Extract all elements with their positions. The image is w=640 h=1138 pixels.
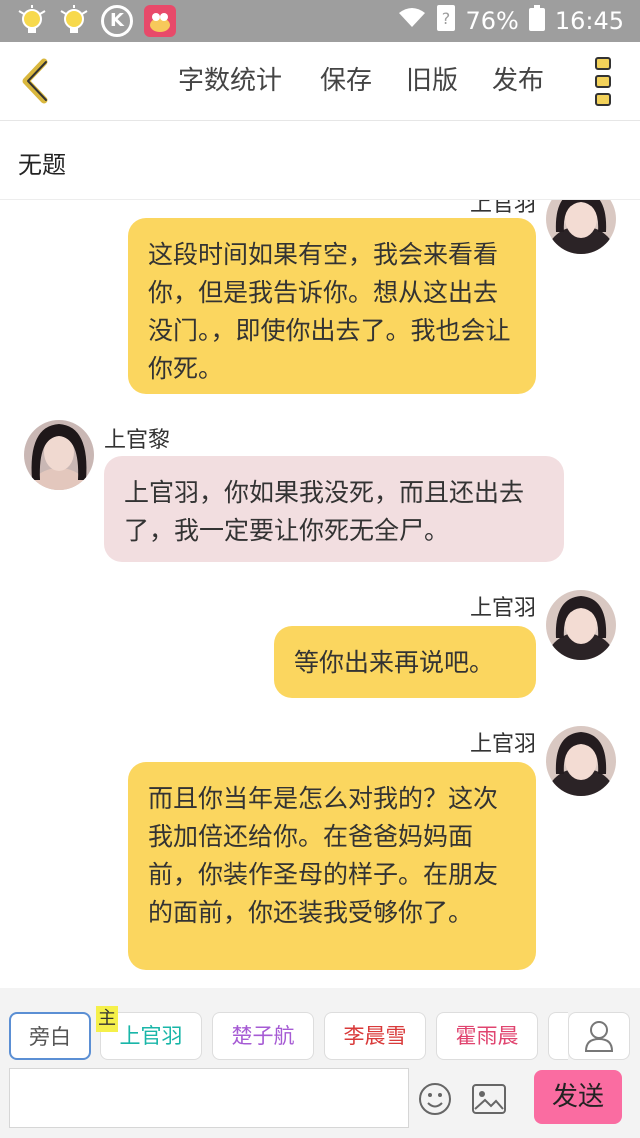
message-bubble[interactable]: 而且你当年是怎么对我的？这次我加倍还给你。在爸爸妈妈面前，你装作圣母的样子。在朋…	[128, 762, 536, 970]
clock: 16:45	[554, 7, 624, 35]
avatar[interactable]	[546, 200, 616, 254]
avatar[interactable]	[546, 726, 616, 796]
role-label: 李晨雪	[343, 1024, 407, 1048]
old-version-button[interactable]: 旧版	[406, 42, 458, 120]
role-label: 旁白	[29, 1025, 71, 1049]
role-chip-chuzihang[interactable]: 楚子航	[212, 1012, 314, 1060]
role-chip-huoyuchen[interactable]: 霍雨晨	[436, 1012, 538, 1060]
word-count-button[interactable]: 字数统计	[178, 42, 282, 120]
publish-button[interactable]: 发布	[492, 42, 544, 120]
input-panel: 旁白 上官羽 主 楚子航 李晨雪 霍雨晨 发送	[0, 988, 640, 1138]
battery-icon	[528, 5, 545, 37]
speaker-name: 上官羽	[469, 596, 536, 621]
app-notification-icon	[144, 5, 176, 37]
message-input[interactable]	[9, 1068, 409, 1128]
speaker-name: 上官羽	[469, 200, 536, 217]
k-app-icon: K	[101, 5, 133, 37]
role-chip-narration[interactable]: 旁白	[9, 1012, 91, 1060]
message-bubble[interactable]: 这段时间如果有空，我会来看看你，但是我告诉你。想从这出去没门。，即使你出去了。我…	[128, 218, 536, 394]
wifi-icon	[397, 7, 427, 35]
character-manager-button[interactable]	[568, 1012, 630, 1060]
sim-icon: ?	[437, 5, 456, 37]
document-title[interactable]: 无题	[18, 145, 66, 180]
message-bubble[interactable]: 等你出来再说吧。	[274, 626, 536, 698]
speaker-name: 上官羽	[469, 732, 536, 757]
role-label: 上官羽	[119, 1024, 183, 1048]
role-chip-more[interactable]	[548, 1012, 568, 1060]
lightbulb-notification-icon	[58, 5, 90, 37]
more-menu-icon[interactable]	[593, 56, 615, 108]
send-button[interactable]: 发送	[534, 1070, 622, 1124]
back-chevron-icon[interactable]	[14, 56, 58, 106]
status-bar: K ? 76% 16:45	[0, 0, 640, 42]
main-character-tag: 主	[96, 1006, 118, 1032]
speaker-name: 上官黎	[104, 428, 171, 453]
message-bubble[interactable]: 上官羽，你如果我没死，而且还出去了，我一定要让你死无全尸。	[104, 456, 564, 562]
battery-percent: 76%	[465, 7, 519, 35]
toolbar: 字数统计 保存 旧版 发布	[0, 42, 640, 121]
role-chip-lichenxue[interactable]: 李晨雪	[324, 1012, 426, 1060]
image-icon[interactable]	[472, 1084, 506, 1118]
avatar[interactable]	[546, 590, 616, 660]
emoji-icon[interactable]	[418, 1082, 452, 1120]
chat-area[interactable]: 上官羽 这段时间如果有空，我会来看看你，但是我告诉你。想从这出去没门。，即使你出…	[0, 200, 640, 988]
avatar[interactable]	[24, 420, 94, 490]
save-button[interactable]: 保存	[320, 42, 372, 120]
person-icon	[584, 1021, 614, 1058]
role-label: 楚子航	[231, 1024, 295, 1048]
title-bar[interactable]: 无题	[0, 121, 640, 200]
role-label: 霍雨晨	[455, 1024, 519, 1048]
lightbulb-notification-icon	[16, 5, 48, 37]
svg-text:?: ?	[442, 9, 451, 28]
